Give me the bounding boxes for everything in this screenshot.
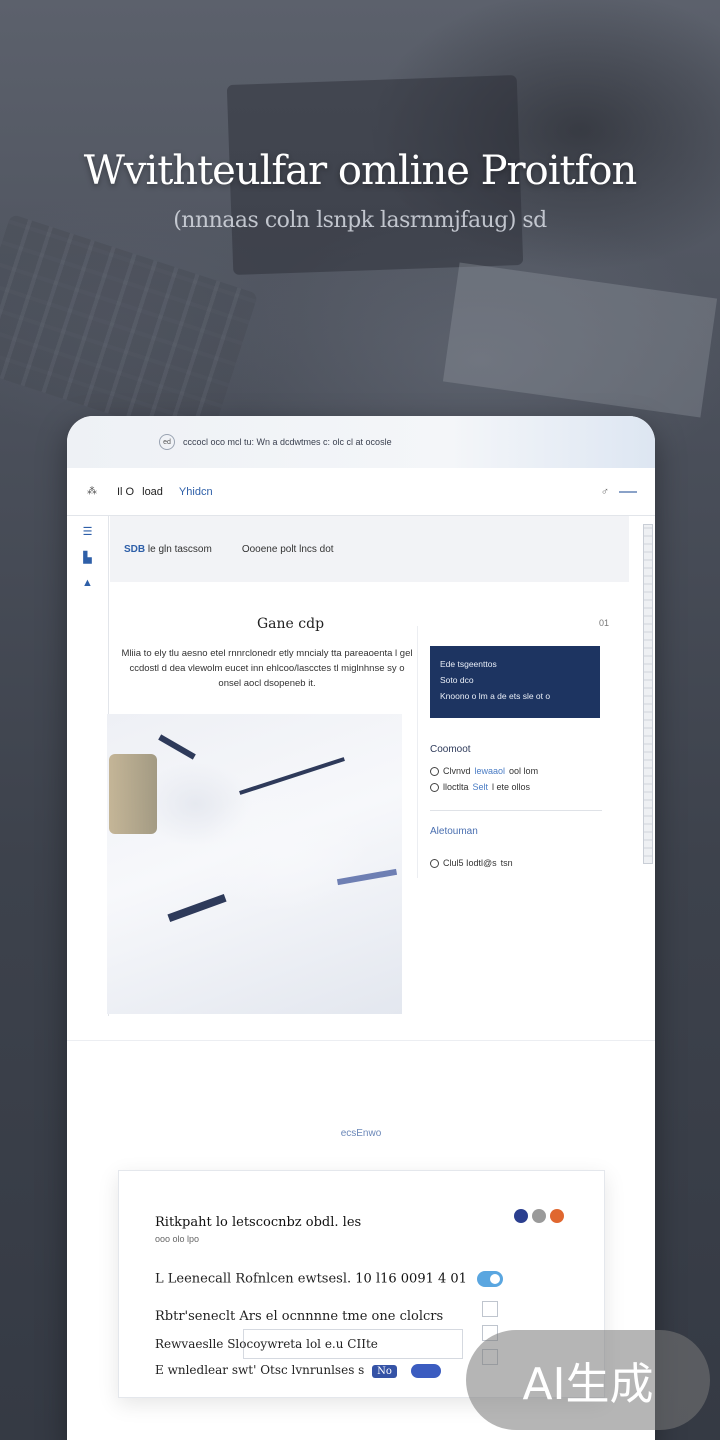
status-dots [514,1209,564,1223]
header-left: SDB le gln tascsom [124,544,212,555]
toggle-switch[interactable] [477,1271,504,1287]
header-text-2[interactable]: Oooene polt lncs dot [242,544,334,555]
option-3-tail: tsn [500,858,513,868]
card-title: Ritkpaht lo letscocnbz obdl. les [155,1215,362,1230]
site-logo-icon[interactable]: ed [159,434,175,450]
page-heading: Gane cdp [257,616,325,632]
option-1-tail: ool lom [509,766,539,776]
radio-icon[interactable] [430,858,439,868]
topbar-text: cccocl oco mcl tu: Wn a dcdwtmes c: olc … [183,437,392,447]
option-2-tail: l ete ollos [492,782,531,792]
setting-row-4-label: E wnledlear swt' Otsc lvnrunlses s [155,1363,365,1377]
scrollbar[interactable] [643,524,653,864]
setting-row-4: E wnledlear swt' Otsc lvnrunlses s No [155,1363,441,1378]
illustration-shard [336,868,398,886]
paper-shape [442,262,718,418]
status-dot-icon[interactable] [514,1209,528,1223]
nav-item-2[interactable]: load [142,486,163,498]
sidebar-triangle-icon[interactable]: ▲ [79,576,97,590]
nav-item-1[interactable]: Il O [117,486,134,498]
panel-option-1[interactable]: Clvnvd lewaaol ool lom [430,766,538,776]
hero-illustration [107,714,402,1014]
radio-icon[interactable] [430,782,439,792]
site-navbar: ⁂ Il O load Yhidcn ♂ [67,468,655,516]
header-badge: SDB [124,543,146,555]
user-icon[interactable]: ♂ [601,486,609,498]
illustration-shard [158,734,196,760]
nav-item-3[interactable]: Yhidcn [179,486,213,498]
sidebar-list-icon[interactable]: ☰ [79,524,97,538]
header-text-1: le gln tascsom [147,543,212,555]
info-card-line-3: Knoono o lm a de ets sle ot o [440,691,551,701]
option-2-highlight: Selt [472,782,489,792]
section-divider [67,1040,655,1041]
option-1-label: Clvnvd [443,766,471,776]
ai-watermark: AI生成 [466,1330,710,1430]
status-pill[interactable]: No [372,1365,397,1378]
device-mockup: ed cccocl oco mcl tu: Wn a dcdwtmes c: o… [67,416,655,1440]
content-header: SDB le gln tascsom Oooene polt lncs dot [110,516,629,582]
panel-option-2[interactable]: lloctlta Selt l ete ollos [430,782,530,792]
panel-option-3[interactable]: Clul5 Iodtl@s tsn [430,858,513,868]
setting-row-1-value: 10 l16 0091 4 01 [355,1271,467,1287]
sidebar-chart-icon[interactable]: ▙ [79,550,97,564]
radio-icon[interactable] [430,766,439,776]
main-body: ☰ ▙ ▲ SDB le gln tascsom Oooene polt lnc… [67,516,655,1016]
info-card-line-1: Ede tsgeenttos [440,659,497,669]
hamburger-icon[interactable] [619,490,637,493]
browser-topbar: ed cccocl oco mcl tu: Wn a dcdwtmes c: o… [67,416,655,468]
nav-right: ♂ [601,486,637,498]
hero-title: Wvithteulfar omline Proitfon [83,148,638,194]
hero-subtitle: (nnnaas coln lsnpk lasrnmjfaug) sd [173,208,547,233]
status-dot-icon[interactable] [550,1209,564,1223]
option-2-label: lloctlta [443,782,469,792]
setting-row-1: L Leenecall Rofnlcen ewtsesl. 10 l16 009… [155,1271,504,1287]
sidebar: ☰ ▙ ▲ [67,516,109,1016]
illustration-shard [239,757,345,795]
toggle-pill[interactable] [410,1363,441,1378]
card-subtitle: ooo olo lpo [155,1234,200,1244]
section-label: ecsEnwo [340,1128,382,1139]
keyboard-shape [0,213,259,447]
panel-divider [430,810,602,811]
option-1-highlight: lewaaol [474,766,506,776]
info-card-line-2: Soto dco [440,675,474,685]
status-dot-icon[interactable] [532,1209,546,1223]
info-card[interactable]: Ede tsgeenttos Soto dco Knoono o lm a de… [430,646,600,718]
option-3-label: Clul5 Iodtl@s [443,858,497,868]
setting-row-2: Rbtr'seneclt Ars el ocnnnne tme one clol… [155,1309,444,1324]
intro-paragraph: Mliia to ely tlu aesno etel rnnrclonedr … [121,648,413,689]
panel-section-title-1: Coomoot [430,744,471,755]
side-panel: Ede tsgeenttos Soto dco Knoono o lm a de… [417,626,607,878]
setting-row-1-label: L Leenecall Rofnlcen ewtsesl. [155,1271,352,1287]
illustration-shard [167,893,227,923]
panel-section-title-2: Aletouman [430,826,478,837]
setting-row-3: Rewvaeslle Slocoywreta lol e.u CIIte [155,1337,378,1351]
checkbox[interactable] [482,1301,498,1317]
illustration-roll [109,754,157,834]
menu-icon[interactable]: ⁂ [85,486,99,497]
